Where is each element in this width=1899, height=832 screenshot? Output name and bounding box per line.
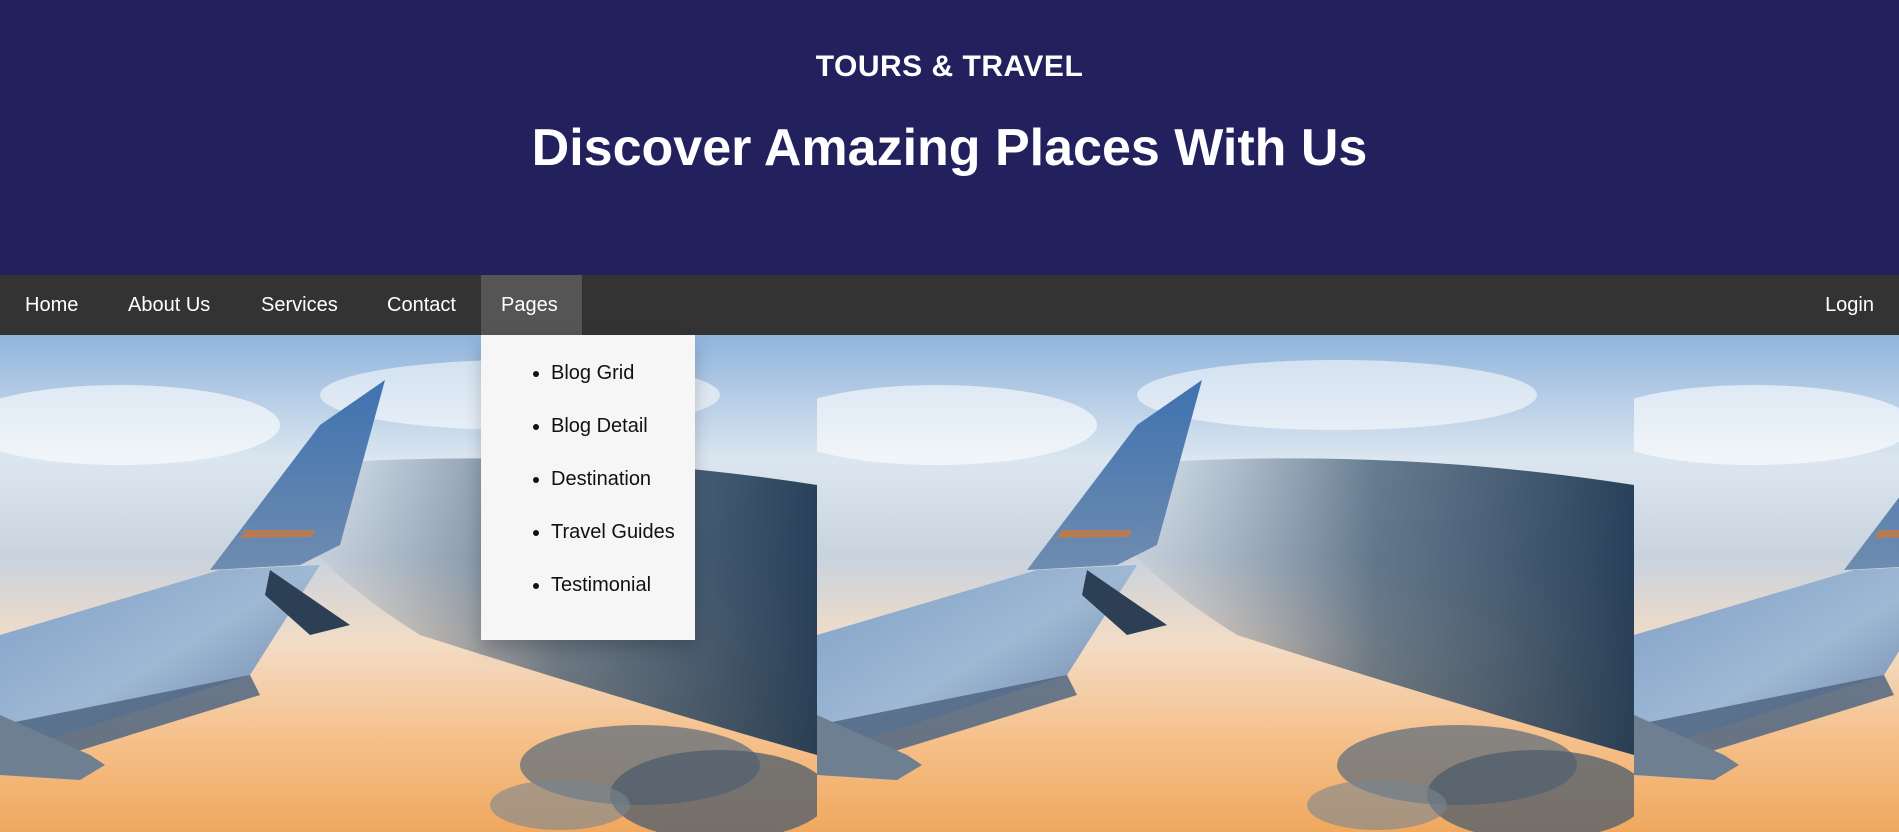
nav-login[interactable]: Login	[1800, 275, 1899, 335]
brand-title: TOURS & TRAVEL	[815, 50, 1084, 83]
dropdown-list: Blog Grid Blog Detail Destination Travel…	[481, 335, 695, 623]
pages-dropdown-menu: Blog Grid Blog Detail Destination Travel…	[481, 335, 695, 640]
dropdown-item-destination[interactable]: Destination	[551, 464, 695, 517]
airplane-wing-sky-image	[1634, 335, 1899, 832]
dropdown-item-travel-guides[interactable]: Travel Guides	[551, 517, 695, 570]
dropdown-item-blog-grid[interactable]: Blog Grid	[551, 358, 695, 411]
nav-contact[interactable]: Contact	[362, 275, 481, 335]
main-navbar: Home About Us Services Contact Pages Log…	[0, 275, 1899, 335]
hero-image-strip	[0, 335, 1899, 832]
nav-services[interactable]: Services	[236, 275, 363, 335]
hero-headline: Discover Amazing Places With Us	[531, 119, 1368, 177]
site-header: TOURS & TRAVEL Discover Amazing Places W…	[0, 0, 1899, 275]
airplane-wing-sky-image	[817, 335, 1634, 832]
dropdown-item-testimonial[interactable]: Testimonial	[551, 570, 695, 623]
nav-about-us[interactable]: About Us	[103, 275, 235, 335]
nav-pages[interactable]: Pages	[481, 275, 582, 335]
nav-home[interactable]: Home	[0, 275, 103, 335]
dropdown-item-blog-detail[interactable]: Blog Detail	[551, 411, 695, 464]
